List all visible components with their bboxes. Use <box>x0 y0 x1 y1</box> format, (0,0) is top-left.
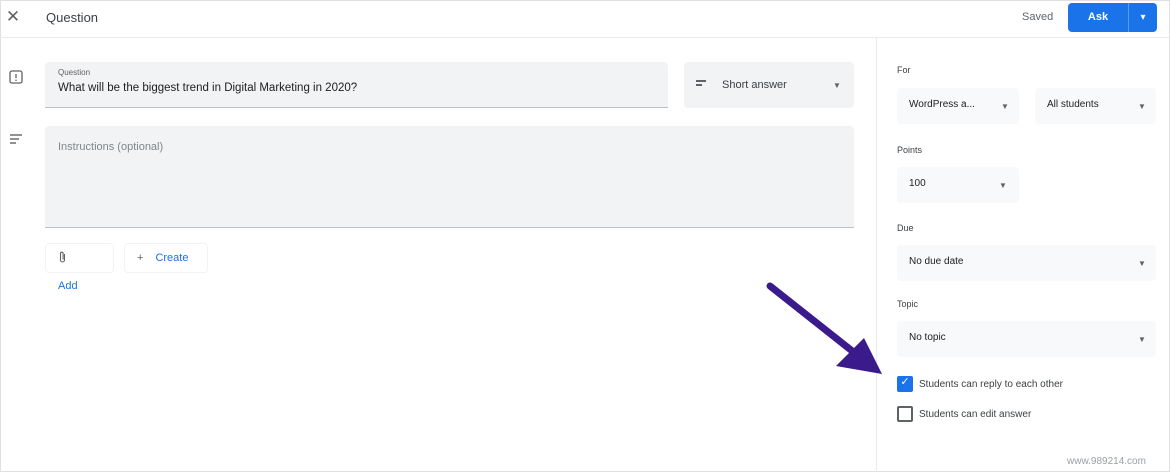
create-label: Create <box>155 252 189 264</box>
reply-each-other-label: Students can reply to each other <box>919 378 1063 390</box>
due-label: Due <box>897 223 914 233</box>
due-date-select[interactable]: No due date ▼ <box>897 245 1156 281</box>
annotation-arrow-icon <box>766 282 882 374</box>
instructions-placeholder: Instructions (optional) <box>58 141 164 153</box>
question-text: What will be the biggest trend in Digita… <box>58 82 358 94</box>
topic-value: No topic <box>909 332 946 343</box>
saved-status: Saved <box>1022 11 1054 23</box>
class-select[interactable]: WordPress a... ▼ <box>897 88 1019 124</box>
due-date-value: No due date <box>909 256 964 267</box>
question-type-select[interactable]: Short answer ▼ <box>684 62 854 108</box>
add-label: Add <box>58 280 78 292</box>
caret-down-icon: ▼ <box>1138 102 1146 111</box>
short-answer-icon <box>696 80 706 88</box>
dialog-header: ✕ Question Saved Ask ▾ <box>0 0 1170 38</box>
topic-label: Topic <box>897 299 919 309</box>
topic-select[interactable]: No topic ▼ <box>897 321 1156 357</box>
close-icon[interactable]: ✕ <box>4 8 22 26</box>
question-type-label: Short answer <box>722 79 787 91</box>
caret-down-icon: ▼ <box>1001 102 1009 111</box>
reply-each-other-option[interactable]: ✓ Students can reply to each other <box>897 375 1063 393</box>
reply-each-other-checkbox[interactable]: ✓ <box>897 376 913 392</box>
points-label: Points <box>897 145 923 155</box>
watermark: www.989214.com <box>1067 456 1146 467</box>
create-button[interactable]: + Create <box>124 243 208 273</box>
students-select[interactable]: All students ▼ <box>1035 88 1156 124</box>
text-lines-icon <box>9 132 23 146</box>
caret-down-icon: ▼ <box>999 181 1007 190</box>
edit-answer-checkbox[interactable] <box>897 406 913 422</box>
question-field-label: Question <box>58 68 91 77</box>
ask-button[interactable]: Ask <box>1068 3 1128 32</box>
checkmark-icon: ✓ <box>900 376 910 388</box>
paperclip-icon <box>58 251 67 264</box>
caret-down-icon: ▼ <box>1138 335 1146 344</box>
for-label: For <box>897 65 911 75</box>
edit-answer-option[interactable]: Students can edit answer <box>897 405 1031 423</box>
add-attachment-button[interactable]: Add <box>45 243 114 292</box>
points-select-value: 100 <box>909 178 926 189</box>
instructions-input[interactable]: Instructions (optional) <box>45 126 854 228</box>
ask-menu-chevron-icon[interactable]: ▾ <box>1129 3 1157 32</box>
dialog-title: Question <box>46 10 99 25</box>
caret-down-icon: ▼ <box>1138 259 1146 268</box>
points-select[interactable]: 100 ▼ <box>897 167 1019 203</box>
edit-answer-label: Students can edit answer <box>919 408 1032 420</box>
students-select-value: All students <box>1047 99 1099 110</box>
plus-icon: + <box>137 252 144 264</box>
caret-down-icon: ▼ <box>833 81 841 90</box>
ask-button-group: Ask ▾ <box>1068 3 1157 32</box>
class-select-value: WordPress a... <box>909 99 975 110</box>
question-mark-box-icon <box>9 70 23 84</box>
question-input[interactable]: Question What will be the biggest trend … <box>45 62 668 108</box>
